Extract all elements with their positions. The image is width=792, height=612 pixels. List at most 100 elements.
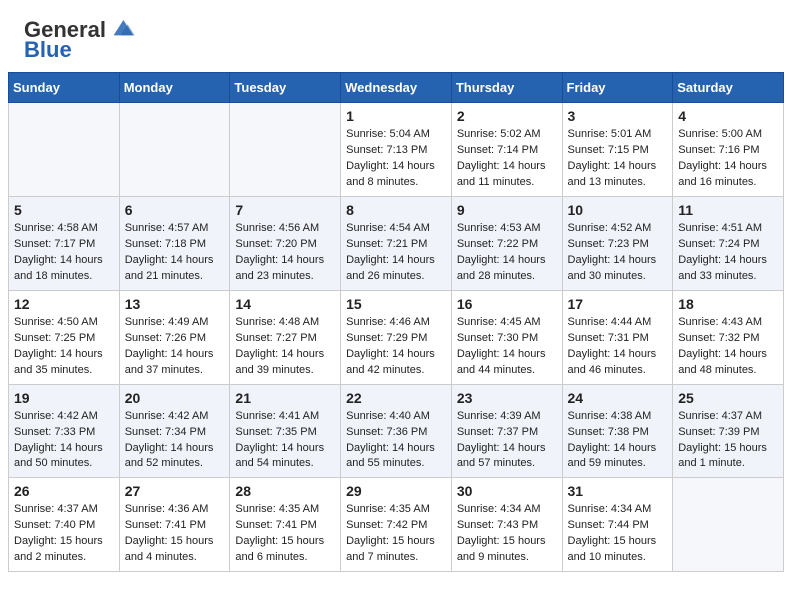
day-number: 19 (14, 390, 114, 406)
cell-content: Sunrise: 4:40 AMSunset: 7:36 PMDaylight:… (346, 409, 446, 473)
calendar-cell: 5 Sunrise: 4:58 AMSunset: 7:17 PMDaylight… (9, 197, 120, 291)
calendar-table: SundayMondayTuesdayWednesdayThursdayFrid… (8, 72, 784, 572)
cell-content: Sunrise: 4:49 AMSunset: 7:26 PMDaylight:… (125, 315, 225, 379)
day-number: 6 (125, 202, 225, 218)
cell-content: Sunrise: 5:00 AMSunset: 7:16 PMDaylight:… (678, 127, 778, 191)
day-number: 21 (235, 390, 335, 406)
calendar-cell: 10 Sunrise: 4:52 AMSunset: 7:23 PMDayligh… (562, 197, 673, 291)
cell-content: Sunrise: 4:42 AMSunset: 7:34 PMDaylight:… (125, 409, 225, 473)
cell-content: Sunrise: 4:37 AMSunset: 7:39 PMDaylight:… (678, 409, 778, 473)
day-number: 25 (678, 390, 778, 406)
cell-content: Sunrise: 4:39 AMSunset: 7:37 PMDaylight:… (457, 409, 557, 473)
day-number: 30 (457, 483, 557, 499)
calendar-cell: 7 Sunrise: 4:56 AMSunset: 7:20 PMDaylight… (230, 197, 341, 291)
weekday-row: SundayMondayTuesdayWednesdayThursdayFrid… (9, 73, 784, 103)
calendar-week-2: 5 Sunrise: 4:58 AMSunset: 7:17 PMDaylight… (9, 197, 784, 291)
calendar-week-3: 12Sunrise: 4:50 AMSunset: 7:25 PMDayligh… (9, 290, 784, 384)
cell-content: Sunrise: 4:46 AMSunset: 7:29 PMDaylight:… (346, 315, 446, 379)
weekday-header-monday: Monday (119, 73, 230, 103)
day-number: 29 (346, 483, 446, 499)
day-number: 7 (235, 202, 335, 218)
weekday-header-saturday: Saturday (673, 73, 784, 103)
day-number: 1 (346, 108, 446, 124)
cell-content: Sunrise: 4:41 AMSunset: 7:35 PMDaylight:… (235, 409, 335, 473)
day-number: 28 (235, 483, 335, 499)
day-number: 26 (14, 483, 114, 499)
cell-content: Sunrise: 4:56 AMSunset: 7:20 PMDaylight:… (235, 221, 335, 285)
cell-content: Sunrise: 4:51 AMSunset: 7:24 PMDaylight:… (678, 221, 778, 285)
cell-content: Sunrise: 4:34 AMSunset: 7:43 PMDaylight:… (457, 502, 557, 566)
logo: General Blue (24, 18, 136, 62)
calendar-cell: 22 Sunrise: 4:40 AMSunset: 7:36 PMDayligh… (341, 384, 452, 478)
day-number: 13 (125, 296, 225, 312)
weekday-header-tuesday: Tuesday (230, 73, 341, 103)
cell-content: Sunrise: 4:43 AMSunset: 7:32 PMDaylight:… (678, 315, 778, 379)
cell-content: Sunrise: 4:57 AMSunset: 7:18 PMDaylight:… (125, 221, 225, 285)
day-number: 8 (346, 202, 446, 218)
weekday-header-sunday: Sunday (9, 73, 120, 103)
calendar-week-5: 26Sunrise: 4:37 AMSunset: 7:40 PMDayligh… (9, 478, 784, 572)
calendar-cell: 30 Sunrise: 4:34 AMSunset: 7:43 PMDayligh… (451, 478, 562, 572)
calendar-wrapper: SundayMondayTuesdayWednesdayThursdayFrid… (0, 72, 792, 580)
day-number: 2 (457, 108, 557, 124)
day-number: 10 (568, 202, 668, 218)
cell-content: Sunrise: 4:42 AMSunset: 7:33 PMDaylight:… (14, 409, 114, 473)
calendar-cell: 20Sunrise: 4:42 AMSunset: 7:34 PMDayligh… (119, 384, 230, 478)
calendar-cell: 12Sunrise: 4:50 AMSunset: 7:25 PMDayligh… (9, 290, 120, 384)
calendar-week-1: 1Sunrise: 5:04 AMSunset: 7:13 PMDaylight… (9, 103, 784, 197)
day-number: 4 (678, 108, 778, 124)
calendar-cell (673, 478, 784, 572)
cell-content: Sunrise: 4:54 AMSunset: 7:21 PMDaylight:… (346, 221, 446, 285)
calendar-cell: 15 Sunrise: 4:46 AMSunset: 7:29 PMDayligh… (341, 290, 452, 384)
day-number: 16 (457, 296, 557, 312)
calendar-cell: 13 Sunrise: 4:49 AMSunset: 7:26 PMDayligh… (119, 290, 230, 384)
calendar-cell: 4 Sunrise: 5:00 AMSunset: 7:16 PMDaylight… (673, 103, 784, 197)
cell-content: Sunrise: 4:35 AMSunset: 7:41 PMDaylight:… (235, 502, 335, 566)
cell-content: Sunrise: 4:38 AMSunset: 7:38 PMDaylight:… (568, 409, 668, 473)
calendar-cell: 1Sunrise: 5:04 AMSunset: 7:13 PMDaylight… (341, 103, 452, 197)
day-number: 9 (457, 202, 557, 218)
cell-content: Sunrise: 4:52 AMSunset: 7:23 PMDaylight:… (568, 221, 668, 285)
cell-content: Sunrise: 5:01 AMSunset: 7:15 PMDaylight:… (568, 127, 668, 191)
day-number: 31 (568, 483, 668, 499)
calendar-cell: 19 Sunrise: 4:42 AMSunset: 7:33 PMDayligh… (9, 384, 120, 478)
cell-content: Sunrise: 5:02 AMSunset: 7:14 PMDaylight:… (457, 127, 557, 191)
calendar-cell: 31Sunrise: 4:34 AMSunset: 7:44 PMDayligh… (562, 478, 673, 572)
cell-content: Sunrise: 4:35 AMSunset: 7:42 PMDaylight:… (346, 502, 446, 566)
calendar-cell: 28 Sunrise: 4:35 AMSunset: 7:41 PMDayligh… (230, 478, 341, 572)
cell-content: Sunrise: 4:36 AMSunset: 7:41 PMDaylight:… (125, 502, 225, 566)
cell-content: Sunrise: 4:58 AMSunset: 7:17 PMDaylight:… (14, 221, 114, 285)
day-number: 24 (568, 390, 668, 406)
calendar-week-4: 19 Sunrise: 4:42 AMSunset: 7:33 PMDayligh… (9, 384, 784, 478)
weekday-header-thursday: Thursday (451, 73, 562, 103)
calendar-cell (9, 103, 120, 197)
calendar-cell: 6 Sunrise: 4:57 AMSunset: 7:18 PMDaylight… (119, 197, 230, 291)
calendar-cell: 29 Sunrise: 4:35 AMSunset: 7:42 PMDayligh… (341, 478, 452, 572)
cell-content: Sunrise: 4:50 AMSunset: 7:25 PMDaylight:… (14, 315, 114, 379)
day-number: 23 (457, 390, 557, 406)
calendar-cell: 11 Sunrise: 4:51 AMSunset: 7:24 PMDayligh… (673, 197, 784, 291)
weekday-header-friday: Friday (562, 73, 673, 103)
day-number: 22 (346, 390, 446, 406)
calendar-cell: 3 Sunrise: 5:01 AMSunset: 7:15 PMDaylight… (562, 103, 673, 197)
calendar-cell (119, 103, 230, 197)
day-number: 15 (346, 296, 446, 312)
calendar-cell: 23 Sunrise: 4:39 AMSunset: 7:37 PMDayligh… (451, 384, 562, 478)
calendar-body: 1Sunrise: 5:04 AMSunset: 7:13 PMDaylight… (9, 103, 784, 572)
cell-content: Sunrise: 4:44 AMSunset: 7:31 PMDaylight:… (568, 315, 668, 379)
cell-content: Sunrise: 4:53 AMSunset: 7:22 PMDaylight:… (457, 221, 557, 285)
logo-icon (108, 13, 136, 41)
calendar-cell: 25 Sunrise: 4:37 AMSunset: 7:39 PMDayligh… (673, 384, 784, 478)
calendar-cell: 14Sunrise: 4:48 AMSunset: 7:27 PMDayligh… (230, 290, 341, 384)
calendar-cell: 8 Sunrise: 4:54 AMSunset: 7:21 PMDaylight… (341, 197, 452, 291)
day-number: 27 (125, 483, 225, 499)
calendar-cell: 17Sunrise: 4:44 AMSunset: 7:31 PMDayligh… (562, 290, 673, 384)
day-number: 11 (678, 202, 778, 218)
calendar-cell: 2 Sunrise: 5:02 AMSunset: 7:14 PMDaylight… (451, 103, 562, 197)
page-header: General Blue (0, 0, 792, 72)
day-number: 3 (568, 108, 668, 124)
calendar-cell (230, 103, 341, 197)
day-number: 14 (235, 296, 335, 312)
day-number: 18 (678, 296, 778, 312)
day-number: 5 (14, 202, 114, 218)
